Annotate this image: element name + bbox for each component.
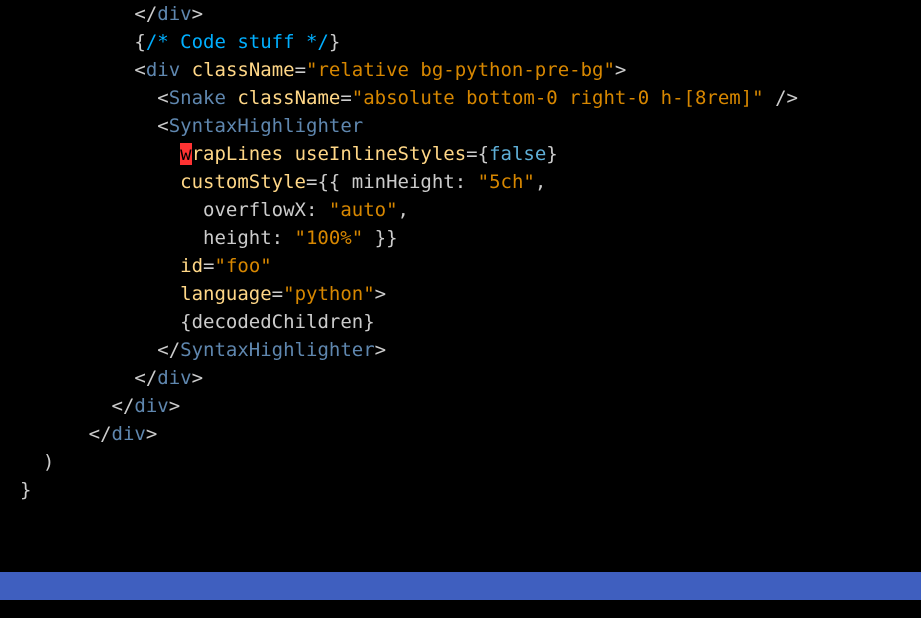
code-line[interactable]: id="foo"	[20, 252, 921, 280]
code-editor[interactable]: </div> {/* Code stuff */} <div className…	[0, 0, 921, 618]
code-line[interactable]: </div>	[20, 364, 921, 392]
code-line[interactable]: overflowX: "auto",	[20, 196, 921, 224]
code-line[interactable]: }	[20, 476, 921, 504]
code-line[interactable]: <div className="relative bg-python-pre-b…	[20, 56, 921, 84]
code-line[interactable]: <SyntaxHighlighter	[20, 112, 921, 140]
code-line[interactable]: language="python">	[20, 280, 921, 308]
cursor: w	[180, 143, 191, 165]
code-line[interactable]: {decodedChildren}	[20, 308, 921, 336]
code-line[interactable]: </div>	[20, 0, 921, 28]
mode-line: U:**- CodeWindow.tsx Bot of 2.0k (33,12)…	[0, 572, 921, 600]
code-line[interactable]: customStyle={{ minHeight: "5ch",	[20, 168, 921, 196]
code-line[interactable]: wrapLines useInlineStyles={false}	[20, 140, 921, 168]
code-line[interactable]: </div>	[20, 392, 921, 420]
code-line[interactable]: </div>	[20, 420, 921, 448]
code-line[interactable]: {/* Code stuff */}	[20, 28, 921, 56]
code-line[interactable]: <Snake className="absolute bottom-0 righ…	[20, 84, 921, 112]
code-line[interactable]: height: "100%" }}	[20, 224, 921, 252]
code-line[interactable]: </SyntaxHighlighter>	[20, 336, 921, 364]
code-line[interactable]: )	[20, 448, 921, 476]
